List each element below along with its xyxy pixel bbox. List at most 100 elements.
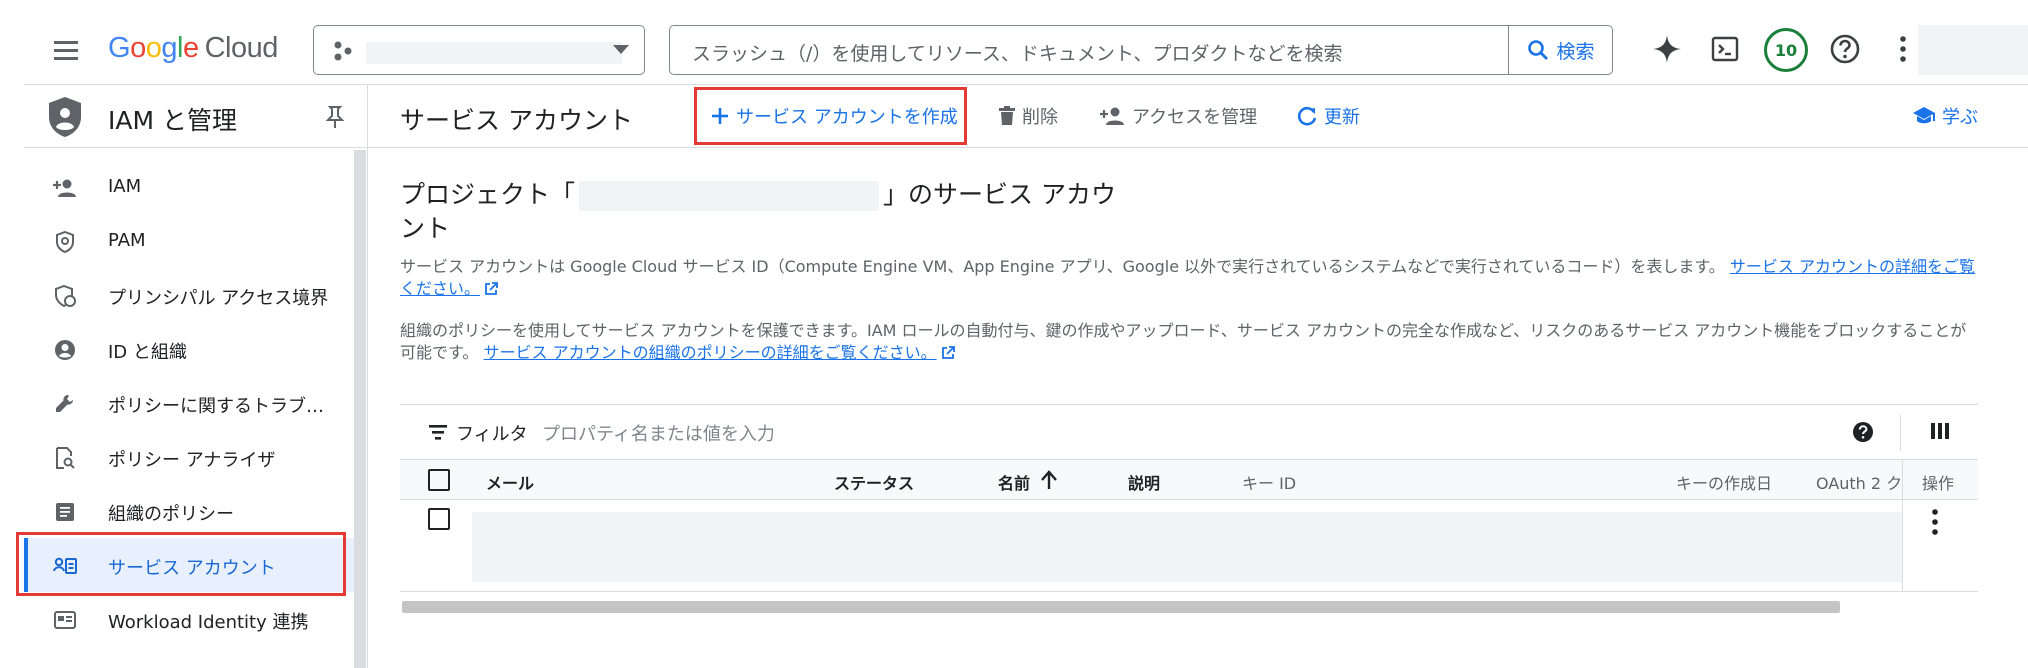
main-toolbar: サービス アカウント サービス アカウントを作成 削除 アクセスを管理 更新 学… <box>368 84 2028 148</box>
iam-shield-icon <box>46 95 84 139</box>
document-search-icon <box>52 445 78 471</box>
org-policy-docs-link[interactable]: サービス アカウントの組織のポリシーの詳細をご覧ください。 <box>484 343 937 362</box>
manage-access-button[interactable]: アクセスを管理 <box>1100 103 1257 129</box>
page-title: サービス アカウント <box>400 106 633 135</box>
delete-label: 削除 <box>1022 107 1058 128</box>
delete-button[interactable]: 削除 <box>998 103 1058 129</box>
search-button-label: 検索 <box>1556 40 1595 63</box>
sidebar-item-5[interactable]: ポリシーに関するトラブ… <box>24 376 354 430</box>
main-menu-icon[interactable] <box>46 30 86 70</box>
logo-google: Google <box>108 32 199 64</box>
chevron-down-icon <box>612 44 630 56</box>
section-heading: プロジェクト「 」のサービス アカウント <box>400 178 1120 246</box>
project-dots-icon <box>332 40 354 62</box>
gemini-sparkle-icon[interactable] <box>1648 30 1686 68</box>
sidebar-item-label: 組織のポリシー <box>108 504 234 525</box>
id-card-icon <box>52 607 78 633</box>
column-name[interactable]: 名前 <box>998 470 1030 494</box>
sort-arrow-up-icon[interactable] <box>1040 470 1058 490</box>
sidebar-item-7[interactable]: 組織のポリシー <box>24 484 354 538</box>
open-in-new-icon <box>484 282 498 296</box>
actions-column-divider <box>1902 500 1903 592</box>
person-add-icon <box>52 175 78 201</box>
shield-check-icon <box>52 229 78 255</box>
column-description[interactable]: 説明 <box>1128 470 1160 494</box>
column-status[interactable]: ステータス <box>834 470 914 494</box>
column-actions: 操作 <box>1922 474 1955 493</box>
sidebar-item-label: PAM <box>108 230 146 251</box>
more-vert-icon[interactable] <box>1884 30 1922 68</box>
project-picker[interactable] <box>313 25 645 75</box>
learn-button[interactable]: 学ぶ <box>1912 103 1978 129</box>
wrench-icon <box>52 391 78 417</box>
table-header-row: メール ステータス 名前 説明 キー ID キーの作成日 OAuth 2 ク 操… <box>400 460 1978 500</box>
sidebar-item-label: IAM <box>108 176 142 197</box>
list-document-icon <box>52 499 78 525</box>
description-paragraph-1: サービス アカウントは Google Cloud サービス ID（Compute… <box>400 256 1980 300</box>
search-input[interactable]: スラッシュ（/）を使用してリソース、ドキュメント、プロダクトなどを検索 <box>692 39 1343 66</box>
column-key-created[interactable]: キーの作成日 <box>1676 470 1772 494</box>
sidebar-item-9[interactable]: Workload Identity 連携 <box>24 592 354 646</box>
trash-icon <box>998 106 1016 126</box>
logo-cloud: Cloud <box>204 32 279 64</box>
sidebar-divider <box>367 84 368 668</box>
notifications-badge[interactable]: 10 <box>1764 28 1808 72</box>
search-icon <box>1526 38 1550 62</box>
sidebar-title: IAM と管理 <box>108 106 237 135</box>
sidebar-item-label: ID と組織 <box>108 342 187 363</box>
sidebar-header: IAM と管理 <box>24 84 368 148</box>
sidebar-item-1[interactable]: IAM <box>24 160 354 214</box>
help-icon[interactable] <box>1826 30 1864 68</box>
filter-icon[interactable] <box>428 423 448 441</box>
row-actions-more-vert-icon[interactable] <box>1930 508 1940 536</box>
sidebar-item-6[interactable]: ポリシー アナライザ <box>24 430 354 484</box>
sidebar-item-label: プリンシパル アクセス境界 <box>108 288 329 309</box>
boundary-shield-icon <box>52 283 78 309</box>
filter-input[interactable]: プロパティ名または値を入力 <box>542 420 775 446</box>
project-name-redacted <box>366 42 622 64</box>
refresh-icon <box>1296 105 1318 127</box>
table-row <box>400 500 1978 592</box>
search-bar[interactable]: スラッシュ（/）を使用してリソース、ドキュメント、プロダクトなどを検索 検索 <box>669 25 1613 75</box>
project-id-redacted <box>579 181 880 211</box>
table-help-icon[interactable] <box>1852 421 1874 443</box>
create-button-highlight-frame <box>694 87 967 145</box>
sidebar-item-3[interactable]: プリンシパル アクセス境界 <box>24 268 354 322</box>
row-content-redacted <box>472 512 1902 582</box>
account-circle-icon <box>52 337 78 363</box>
search-button[interactable]: 検索 <box>1508 26 1612 74</box>
column-oauth[interactable]: OAuth 2 ク <box>1816 470 1902 494</box>
sidebar-item-4[interactable]: ID と組織 <box>24 322 354 376</box>
column-email[interactable]: メール <box>486 470 534 494</box>
filter-divider <box>1900 415 1901 451</box>
column-key-id[interactable]: キー ID <box>1242 470 1296 494</box>
google-cloud-logo[interactable]: Google Cloud <box>108 32 278 65</box>
sidebar-item-label: ポリシー アナライザ <box>108 450 276 471</box>
sidebar-highlight-frame <box>16 532 346 596</box>
learn-label: 学ぶ <box>1942 107 1978 128</box>
refresh-button[interactable]: 更新 <box>1296 103 1360 129</box>
heading-prefix: プロジェクト「 <box>400 180 576 209</box>
table-horizontal-scrollbar[interactable] <box>402 601 1840 613</box>
pin-icon[interactable] <box>324 105 346 129</box>
account-avatar-redacted[interactable] <box>1918 25 2028 75</box>
filter-bar: フィルタ プロパティ名または値を入力 <box>400 404 1978 460</box>
column-display-icon[interactable] <box>1930 421 1950 441</box>
manage-access-label: アクセスを管理 <box>1132 107 1258 128</box>
row-checkbox[interactable] <box>428 508 450 530</box>
para1-text: サービス アカウントは Google Cloud サービス ID（Compute… <box>400 257 1725 276</box>
person-add-icon <box>1100 106 1126 126</box>
school-icon <box>1912 106 1936 126</box>
cloud-shell-icon[interactable] <box>1706 30 1744 68</box>
actions-column-divider <box>1902 460 1903 500</box>
open-in-new-icon <box>941 346 955 360</box>
sidebar-item-2[interactable]: PAM <box>24 214 354 268</box>
filter-label[interactable]: フィルタ <box>456 420 528 446</box>
sidebar-scrollbar[interactable] <box>354 150 366 668</box>
description-paragraph-2: 組織のポリシーを使用してサービス アカウントを保護できます。IAM ロールの自動… <box>400 320 1980 364</box>
top-header: Google Cloud スラッシュ（/）を使用してリソース、ドキュメント、プロダ… <box>0 0 2028 84</box>
sidebar-item-label: Workload Identity 連携 <box>108 612 309 633</box>
sidebar-item-label: ポリシーに関するトラブ… <box>108 396 324 417</box>
select-all-checkbox[interactable] <box>428 469 450 491</box>
refresh-label: 更新 <box>1324 107 1360 128</box>
